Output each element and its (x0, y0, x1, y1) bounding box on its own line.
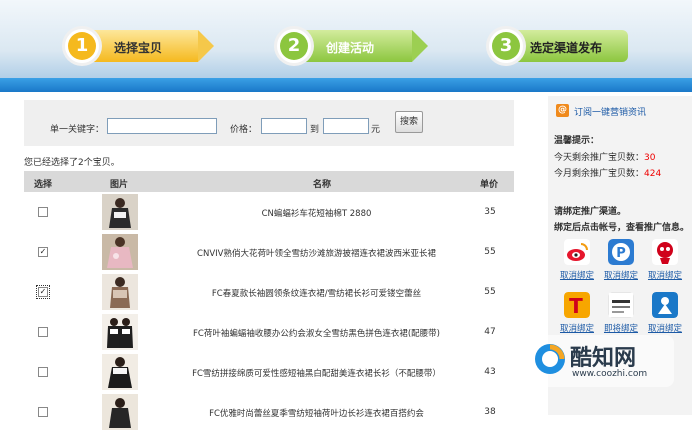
header-image: 图片 (110, 180, 129, 190)
coozhi-watermark: 酷知网 www.coozhi.com (524, 335, 674, 387)
header-select: 选择 (34, 180, 53, 190)
p-icon[interactable]: P (608, 239, 634, 265)
product-price: 55 (484, 287, 496, 297)
product-thumbnail[interactable] (102, 354, 138, 390)
table-row: CN蝙蝠衫车花短袖棉T 2880 35 (24, 192, 514, 232)
product-name: FC优雅时尚蕾丝夏季雪纺短袖荷叶边长衫连衣裙百搭约会 (209, 409, 424, 419)
subscribe-link[interactable]: 订阅一键营销资讯 (574, 105, 646, 118)
channel-mascot[interactable]: 取消绑定 (644, 239, 686, 287)
step-3: 3 选定渠道发布 (486, 26, 636, 66)
bind-hint-1: 请绑定推广渠道。 (554, 207, 627, 217)
channel-p[interactable]: P 取消绑定 (600, 239, 642, 287)
weibo-icon[interactable] (564, 239, 590, 265)
product-name: CNVIV熟俏大花荷叶领全雪纺沙滩旅游披褶连衣裙波西米亚长裙 (197, 249, 436, 259)
price-min-input[interactable] (261, 118, 307, 134)
product-thumbnail[interactable] (102, 194, 138, 230)
table-row: ✓ FC春夏款长袖圆领条纹连衣裙/雪纺裙长衫可爱镂空蕾丝 55 (24, 272, 514, 312)
header-name: 名称 (313, 180, 332, 190)
table-row: FC荷叶袖蝙蝠袖收腰办公约会淑女全雪纺黑色拼色连衣裙(配腰带) 47 (24, 312, 514, 352)
product-thumbnail[interactable] (102, 274, 138, 310)
row-checkbox[interactable] (38, 367, 48, 377)
product-price: 35 (484, 207, 496, 217)
banner-bar (0, 78, 692, 92)
tip-day: 今天剩余推广宝贝数：30 (554, 150, 655, 163)
product-name: CN蝙蝠衫车花短袖棉T 2880 (261, 209, 372, 219)
product-name: FC荷叶袖蝙蝠袖收腰办公约会淑女全雪纺黑色拼色连衣裙(配腰带) (193, 329, 440, 339)
keyword-input[interactable] (107, 118, 217, 134)
row-checkbox[interactable] (38, 327, 48, 337)
row-checkbox[interactable] (38, 407, 48, 417)
person-icon[interactable] (652, 292, 678, 318)
product-thumbnail[interactable] (102, 314, 138, 350)
row-checkbox[interactable] (38, 207, 48, 217)
search-button[interactable]: 搜索 (395, 111, 423, 133)
tianya-icon[interactable] (608, 292, 634, 318)
keyword-label: 单一关键字： (50, 125, 105, 135)
tip-day-value: 30 (644, 153, 656, 163)
search-panel: 单一关键字： 价格： 到 元 搜索 (24, 100, 514, 146)
channel-t[interactable]: T 取消绑定 (556, 292, 598, 340)
channel-t-unbind[interactable]: 取消绑定 (556, 322, 598, 334)
tips-title: 温馨提示： (554, 136, 600, 146)
selected-count-text: 您已经选择了2个宝贝。 (24, 158, 120, 168)
tip-day-label: 今天剩余推广宝贝数： (554, 153, 645, 163)
price-to-label: 到 (310, 125, 320, 135)
channel-mascot-unbind[interactable]: 取消绑定 (644, 269, 686, 281)
watermark-brand: 酷知网 (570, 346, 637, 371)
row-checkbox[interactable]: ✓ (36, 285, 50, 299)
step-banner: 1 选择宝贝 2 创建活动 3 选定渠道发布 (0, 0, 692, 92)
product-table: 选择 图片 名称 单价 CN蝙蝠衫车花短袖棉T 2880 35 ✓ CNVIV熟… (24, 171, 514, 432)
bind-hint-2: 绑定后点击帐号，查看推广信息。 (554, 223, 690, 233)
channel-person-unbind[interactable]: 取消绑定 (644, 322, 686, 334)
tip-month-value: 424 (644, 169, 662, 179)
row-checkbox[interactable]: ✓ (38, 247, 48, 257)
product-name: FC春夏款长袖圆领条纹连衣裙/雪纺裙长衫可爱镂空蕾丝 (211, 289, 422, 299)
svg-text:P: P (616, 246, 626, 261)
currency-label: 元 (371, 125, 381, 135)
table-row: FC优雅时尚蕾丝夏季雪纺短袖荷叶边长衫连衣裙百搭约会 38 (24, 392, 514, 432)
t-icon[interactable]: T (564, 292, 590, 318)
tip-month: 今月剩余推广宝贝数：424 (554, 166, 661, 179)
table-row: ✓ CNVIV熟俏大花荷叶领全雪纺沙滩旅游披褶连衣裙波西米亚长裙 55 (24, 232, 514, 272)
step-2-label: 创建活动 (326, 41, 375, 55)
channel-person[interactable]: 取消绑定 (644, 292, 686, 340)
table-header: 选择 图片 名称 单价 (24, 171, 514, 192)
step-1-label: 选择宝贝 (114, 41, 163, 55)
product-price: 47 (484, 327, 496, 337)
product-price: 43 (484, 367, 496, 377)
channel-weibo[interactable]: 取消绑定 (556, 239, 598, 287)
channel-p-unbind[interactable]: 取消绑定 (600, 269, 642, 281)
product-price: 55 (484, 247, 496, 257)
step-2-number-circle: 2 (274, 26, 314, 66)
product-thumbnail[interactable] (102, 394, 138, 430)
product-thumbnail[interactable] (102, 234, 138, 270)
price-label: 价格： (230, 125, 258, 135)
price-max-input[interactable] (323, 118, 369, 134)
step-3-number-circle: 3 (486, 26, 526, 66)
step-2: 2 创建活动 (274, 26, 434, 66)
channel-tianya-bind[interactable]: 即将绑定 (600, 322, 642, 334)
step-1-number-circle: 1 (62, 26, 102, 66)
svg-text:T: T (569, 294, 583, 318)
channel-tianya[interactable]: 即将绑定 (600, 292, 642, 340)
channel-weibo-unbind[interactable]: 取消绑定 (556, 269, 598, 281)
tip-month-label: 今月剩余推广宝贝数： (554, 169, 645, 179)
step-1: 1 选择宝贝 (62, 26, 222, 66)
product-price: 38 (484, 407, 496, 417)
red-mascot-icon[interactable] (652, 239, 678, 265)
watermark-url: www.coozhi.com (572, 369, 648, 379)
header-price: 单价 (480, 180, 499, 190)
product-name: FC雪纺拼接绵质可爱性感短袖黑白配甜美连衣裙长衫（不配腰带） (192, 369, 441, 379)
subscribe-icon: @ (556, 104, 569, 117)
table-row: FC雪纺拼接绵质可爱性感短袖黑白配甜美连衣裙长衫（不配腰带） 43 (24, 352, 514, 392)
step-3-label: 选定渠道发布 (530, 41, 603, 55)
